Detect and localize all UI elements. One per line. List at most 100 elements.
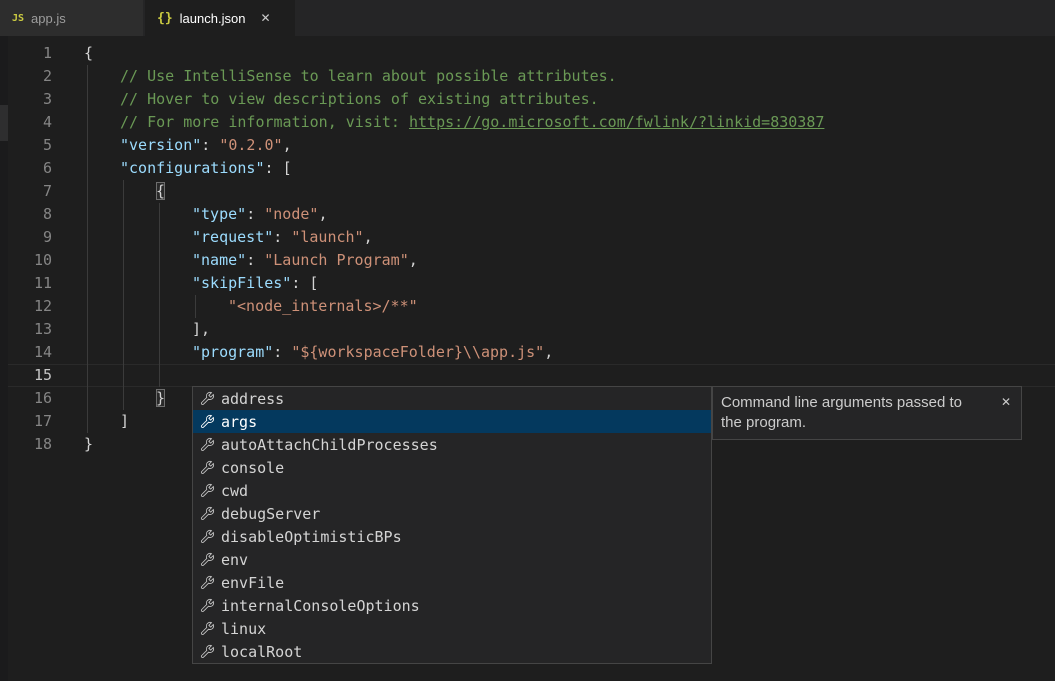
indent-guide <box>159 249 160 272</box>
code-token: "type" <box>192 205 246 223</box>
code-line[interactable]: 2// Use IntelliSense to learn about poss… <box>0 65 1055 88</box>
indent-guide <box>123 203 124 226</box>
indent-guide <box>159 203 160 226</box>
tab-app-js[interactable]: JS app.js <box>0 0 143 36</box>
code-token: ] <box>120 412 129 430</box>
suggest-widget: address args autoAttachChildProcesses conso… <box>192 386 712 664</box>
code-token: "node" <box>264 205 318 223</box>
suggest-item[interactable]: env <box>193 548 711 571</box>
code-token: } <box>156 389 165 407</box>
code-token: : <box>291 274 309 292</box>
suggest-docs-tooltip: Command line arguments passed to the pro… <box>712 386 1022 440</box>
code-token: } <box>84 435 93 453</box>
indent-guide <box>87 180 88 203</box>
indent-guide <box>159 226 160 249</box>
code-line[interactable]: 12"<node_internals>/**" <box>0 295 1055 318</box>
suggest-item[interactable]: debugServer <box>193 502 711 525</box>
code-line[interactable]: 1{ <box>0 42 1055 65</box>
indent-guide <box>123 341 124 364</box>
code-token: [ <box>309 274 318 292</box>
close-docs-icon[interactable]: ✕ <box>1001 395 1011 409</box>
suggest-item-label: localRoot <box>221 643 302 661</box>
code-line[interactable]: 11"skipFiles": [ <box>0 272 1055 295</box>
indent-guide <box>123 364 124 387</box>
wrench-property-icon <box>199 414 215 430</box>
suggest-item[interactable]: envFile <box>193 571 711 594</box>
code-line[interactable]: 6"configurations": [ <box>0 157 1055 180</box>
code-line[interactable]: 9"request": "launch", <box>0 226 1055 249</box>
wrench-property-icon <box>199 437 215 453</box>
indent-guide <box>159 295 160 318</box>
code-text: } <box>84 433 93 456</box>
wrench-property-icon <box>199 506 215 522</box>
code-line[interactable]: 3// Hover to view descriptions of existi… <box>0 88 1055 111</box>
suggest-item[interactable]: address <box>193 387 711 410</box>
close-tab-icon[interactable]: ✕ <box>260 11 270 25</box>
code-token: // For more information, visit: <box>120 113 409 131</box>
code-text: { <box>84 42 93 65</box>
suggest-item[interactable]: autoAttachChildProcesses <box>193 433 711 456</box>
javascript-file-icon: JS <box>12 13 24 24</box>
tab-launch-json[interactable]: {} launch.json ✕ <box>145 0 295 36</box>
suggest-item[interactable]: disableOptimisticBPs <box>193 525 711 548</box>
suggest-item-label: args <box>221 413 257 431</box>
indent-guide <box>87 88 88 111</box>
code-token: "version" <box>120 136 201 154</box>
code-token: ], <box>192 320 210 338</box>
wrench-property-icon <box>199 552 215 568</box>
code-token: // Use IntelliSense to learn about possi… <box>120 67 617 85</box>
indent-guide <box>159 364 160 387</box>
code-line[interactable]: 7{ <box>0 180 1055 203</box>
indent-guide <box>87 272 88 295</box>
editor[interactable]: 1{2// Use IntelliSense to learn about po… <box>0 36 1055 681</box>
suggest-item[interactable]: linux <box>193 617 711 640</box>
code-line[interactable]: 13], <box>0 318 1055 341</box>
suggest-item[interactable]: cwd <box>193 479 711 502</box>
code-token: "0.2.0" <box>219 136 282 154</box>
code-token: { <box>84 44 93 62</box>
suggest-item[interactable]: args <box>193 410 711 433</box>
code-line[interactable]: 4// For more information, visit: https:/… <box>0 111 1055 134</box>
code-token: , <box>409 251 418 269</box>
code-line[interactable]: 15 <box>0 364 1055 387</box>
code-text: "version": "0.2.0", <box>120 134 292 157</box>
indent-guide <box>123 180 124 203</box>
indent-guide <box>195 295 196 318</box>
suggest-item-label: disableOptimisticBPs <box>221 528 402 546</box>
suggest-item-label: console <box>221 459 284 477</box>
code-text: "type": "node", <box>192 203 327 226</box>
code-token: [ <box>283 159 292 177</box>
indent-guide <box>87 134 88 157</box>
suggest-item[interactable]: localRoot <box>193 640 711 663</box>
indent-guide <box>159 341 160 364</box>
suggest-item[interactable]: console <box>193 456 711 479</box>
code-text: ] <box>120 410 129 433</box>
indent-guide <box>159 318 160 341</box>
suggest-item-label: address <box>221 390 284 408</box>
hyperlink[interactable]: https://go.microsoft.com/fwlink/?linkid=… <box>409 113 824 131</box>
suggest-item-label: debugServer <box>221 505 320 523</box>
code-text: // Use IntelliSense to learn about possi… <box>120 65 617 88</box>
indent-guide <box>123 318 124 341</box>
code-token: "Launch Program" <box>264 251 409 269</box>
code-line[interactable]: 10"name": "Launch Program", <box>0 249 1055 272</box>
wrench-property-icon <box>199 460 215 476</box>
code-token: , <box>544 343 553 361</box>
vscode-window: { "tabs": [ { "label": "app.js", "icon":… <box>0 0 1055 681</box>
code-text: "request": "launch", <box>192 226 373 249</box>
code-line[interactable]: 8"type": "node", <box>0 203 1055 226</box>
code-line[interactable]: 5"version": "0.2.0", <box>0 134 1055 157</box>
indent-guide <box>123 387 124 410</box>
indent-guide <box>87 295 88 318</box>
tab-label: launch.json <box>180 11 246 26</box>
indent-guide <box>87 249 88 272</box>
code-token: : <box>273 228 291 246</box>
suggest-item[interactable]: internalConsoleOptions <box>193 594 711 617</box>
suggest-item-label: cwd <box>221 482 248 500</box>
code-text: // For more information, visit: https://… <box>120 111 824 134</box>
code-token: "program" <box>192 343 273 361</box>
code-token: "skipFiles" <box>192 274 291 292</box>
code-token: // Hover to view descriptions of existin… <box>120 90 599 108</box>
code-token: "launch" <box>291 228 363 246</box>
code-line[interactable]: 14"program": "${workspaceFolder}\\app.js… <box>0 341 1055 364</box>
